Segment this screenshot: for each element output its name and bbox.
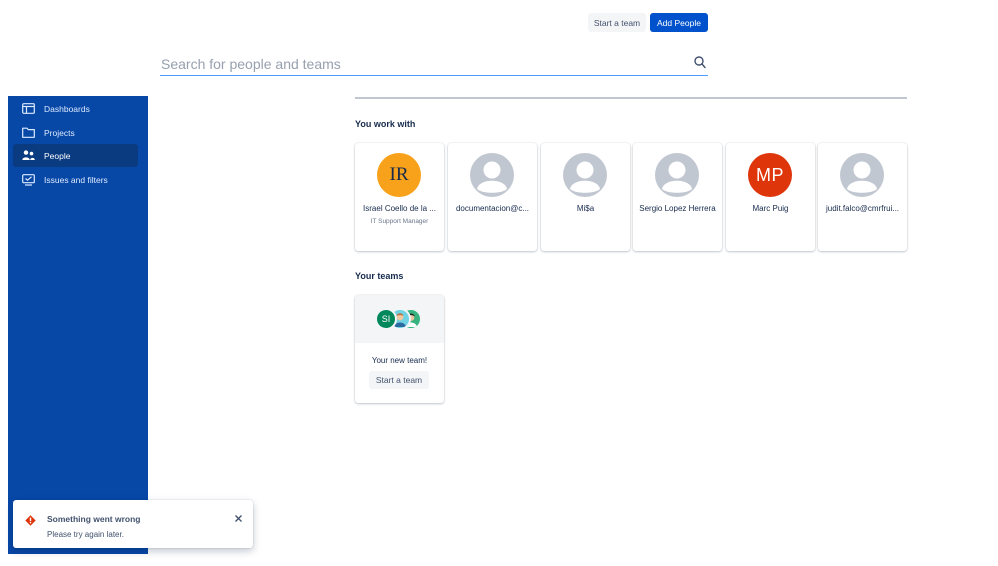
search-icon[interactable] (694, 56, 706, 69)
avatar: IR (377, 153, 421, 197)
search-bar (160, 53, 708, 76)
error-icon (25, 513, 36, 526)
issues-filter-icon (22, 173, 35, 186)
sidebar-item-dashboards[interactable]: Dashboards (13, 97, 138, 120)
sidebar-item-issues-and-filters[interactable]: Issues and filters (13, 168, 138, 191)
sidebar-item-people[interactable]: People (13, 144, 138, 167)
person-name: Mi$a (576, 204, 595, 213)
sidebar-item-label: People (44, 150, 71, 161)
team-card[interactable]: SI Your new team! Start a team (355, 295, 444, 403)
person-card[interactable]: MP Marc Puig (726, 143, 815, 251)
person-card[interactable]: Mi$a (541, 143, 630, 251)
avatar: SI (375, 308, 397, 330)
close-icon[interactable] (233, 513, 244, 524)
person-card[interactable]: documentacion@c... (448, 143, 537, 251)
person-name: Sergio Lopez Herrera (639, 204, 716, 213)
default-avatar-icon (563, 153, 607, 197)
person-name: Marc Puig (752, 204, 789, 213)
toast-title: Something went wrong (47, 514, 141, 524)
avatar-initials: MP (756, 164, 784, 185)
person-name: Israel Coello de la ... (363, 204, 436, 213)
person-name: documentacion@c... (455, 204, 530, 213)
error-toast: Something went wrong Please try again la… (13, 500, 253, 548)
section-divider (355, 97, 907, 99)
folder-icon (22, 126, 35, 139)
start-team-button[interactable]: Start a team (588, 13, 646, 32)
team-avatars: SI (355, 295, 444, 343)
toast-body: Please try again later. (47, 530, 124, 539)
add-people-button[interactable]: Add People (650, 13, 708, 32)
your-teams-heading: Your teams (355, 271, 404, 281)
sidebar-item-label: Dashboards (44, 103, 90, 114)
team-card-label: Your new team! (371, 356, 428, 365)
sidebar-item-label: Issues and filters (44, 174, 108, 185)
default-avatar-icon (655, 153, 699, 197)
search-input[interactable] (161, 53, 681, 75)
dashboard-icon (22, 102, 35, 115)
person-card[interactable]: judit.falco@cmrfrui... (818, 143, 907, 251)
avatar-initials: IR (389, 164, 409, 185)
person-name: judit.falco@cmrfrui... (825, 204, 900, 213)
default-avatar-icon (470, 153, 514, 197)
sidebar-item-label: Projects (44, 127, 75, 138)
sidebar-item-projects[interactable]: Projects (13, 121, 138, 144)
avatar: MP (748, 153, 792, 197)
avatar-initials: SI (381, 314, 391, 324)
person-card[interactable]: Sergio Lopez Herrera (633, 143, 722, 251)
person-role: IT Support Manager (370, 218, 429, 225)
you-work-with-heading: You work with (355, 119, 416, 129)
people-icon (22, 149, 35, 162)
team-start-button[interactable]: Start a team (369, 371, 429, 389)
sidebar: Dashboards Projects People Issues and fi… (8, 96, 148, 554)
default-avatar-icon (840, 153, 884, 197)
person-card[interactable]: IR Israel Coello de la ... IT Support Ma… (355, 143, 444, 251)
